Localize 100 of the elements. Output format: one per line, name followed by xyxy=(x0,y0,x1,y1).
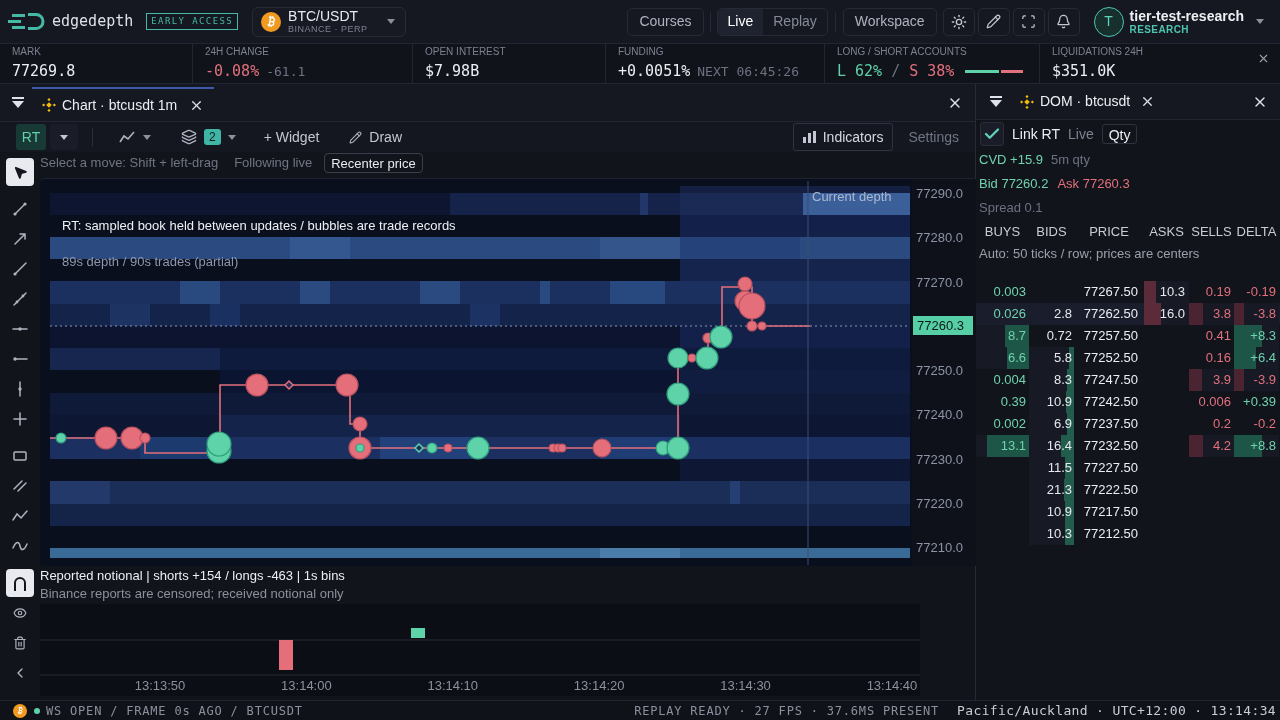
rectangle-icon xyxy=(12,448,28,464)
stat-label: LONG / SHORT ACCOUNTS xyxy=(837,46,968,58)
mode-dropdown-button[interactable] xyxy=(50,124,78,150)
current-price-tag: 77260.3 xyxy=(913,315,973,335)
magnet-toggle[interactable] xyxy=(6,569,34,597)
heatmap-cell xyxy=(180,281,220,304)
mode-tab[interactable]: Replay xyxy=(763,8,827,35)
recenter-button[interactable]: Recenter price xyxy=(324,153,423,173)
price-level: 77217.50 xyxy=(1083,503,1138,522)
price-axis-label: 77250.0 xyxy=(915,363,964,379)
sell-volume: 4.2 xyxy=(1212,437,1231,456)
dom-tab[interactable]: DOM · btcusdt xyxy=(1012,84,1164,119)
eye-icon xyxy=(13,606,27,620)
settings-button[interactable]: Settings xyxy=(908,126,959,148)
sell-volume: 0.16 xyxy=(1205,349,1231,368)
heatmap-cell xyxy=(50,304,110,326)
buy-volume: 8.7 xyxy=(1007,327,1026,346)
chart-type-button[interactable] xyxy=(119,131,151,143)
chart-overlay-title: RT: sampled book held between updates / bubbles are trade records xyxy=(62,218,456,234)
edit-button[interactable] xyxy=(977,7,1010,36)
draw-button[interactable]: Draw xyxy=(349,126,402,148)
price-level: 77232.50 xyxy=(1083,437,1138,456)
heatmap-cell xyxy=(300,281,330,304)
close-icon[interactable] xyxy=(1257,52,1270,65)
exchange-logo-icon xyxy=(1020,94,1034,109)
symbol-selector[interactable]: BTC/USDT BINANCE · PERP xyxy=(252,6,406,37)
cvd-window: 5m qty xyxy=(1050,150,1090,170)
stat-label: LIQUIDATIONS 24H xyxy=(1052,46,1144,58)
performance-status: REPLAY READY · 27 FPS · 37.6MS PRESENT xyxy=(634,702,940,720)
user-avatar[interactable]: T xyxy=(1093,6,1124,37)
price-level: 77247.50 xyxy=(1083,371,1138,390)
polyline-icon xyxy=(12,291,28,307)
theme-button[interactable] xyxy=(942,7,975,36)
delta-value: -3.8 xyxy=(1253,305,1276,324)
price-level: 77252.50 xyxy=(1083,349,1138,368)
ray-line-icon xyxy=(12,261,28,277)
layers-button[interactable]: 2 xyxy=(181,129,236,145)
stat-label: 24H CHANGE xyxy=(205,45,270,58)
stat-value: $351.0K xyxy=(1052,62,1116,81)
delta-value: -3.9 xyxy=(1253,371,1276,390)
stat-value: -0.08% xyxy=(205,61,260,81)
price-axis-label: 77290.0 xyxy=(915,186,964,201)
bid-size: 10.9 xyxy=(1046,503,1072,522)
indicators-button[interactable]: Indicators xyxy=(792,123,894,151)
heatmap-cell xyxy=(110,304,150,326)
collapse-icon[interactable] xyxy=(12,97,24,108)
heatmap-cell xyxy=(648,193,680,215)
ratio-separator: / xyxy=(891,62,901,81)
caret-icon xyxy=(386,19,395,24)
pencil-icon xyxy=(986,14,1002,29)
widget-button[interactable]: + Widget xyxy=(263,126,320,148)
link-checkbox[interactable] xyxy=(980,122,1004,146)
sell-volume: 0.41 xyxy=(1205,327,1231,346)
buy-volume: 6.6 xyxy=(1007,349,1026,368)
follow-status: Following live xyxy=(234,154,313,173)
heatmap-cell xyxy=(550,281,610,304)
delta-value: -0.2 xyxy=(1253,415,1276,434)
pointer-tool[interactable] xyxy=(6,158,34,186)
connection-status: WS OPEN / FRAME 0s AGO / BTCUSDT xyxy=(46,702,303,720)
bitcoin-icon xyxy=(261,11,282,32)
bid-size: 2.8 xyxy=(1053,305,1072,324)
heatmap-cell xyxy=(540,281,550,304)
link-label: Link RT xyxy=(1012,124,1060,144)
price-axis-label: 77220.0 xyxy=(915,496,964,512)
fullscreen-button[interactable] xyxy=(1012,7,1045,36)
notional-title: Reported notional | shorts +154 / longs -463 | 1s bins xyxy=(40,567,346,585)
buy-volume: 0.004 xyxy=(993,371,1026,390)
collapse-icon[interactable] xyxy=(990,96,1002,107)
notifications-button[interactable] xyxy=(1047,7,1080,36)
sun-icon xyxy=(950,13,967,30)
courses-button[interactable]: Courses xyxy=(627,7,704,36)
trade-bubble xyxy=(335,373,359,397)
column-header: PRICE xyxy=(1088,223,1130,242)
delta-value: -0.19 xyxy=(1246,283,1276,302)
price-axis-label: 77240.0 xyxy=(915,407,964,423)
bid-size: 21.3 xyxy=(1046,481,1072,500)
magnet-icon xyxy=(13,575,27,591)
bell-icon xyxy=(1056,14,1072,29)
time-axis-label: 13:14:30 xyxy=(719,678,772,694)
time-axis-label: 13:13:50 xyxy=(133,678,187,694)
mode-tab[interactable]: Live xyxy=(717,8,764,35)
trade-bubble xyxy=(245,373,269,397)
workspace-button[interactable]: Workspace xyxy=(842,7,937,36)
stat-label: OPEN INTEREST xyxy=(425,46,507,58)
clock: Pacific/Auckland · UTC+12:00 · 13:14:34 xyxy=(957,701,1276,720)
time-axis-label: 13:14:00 xyxy=(280,678,333,694)
column-header: BIDS xyxy=(1035,223,1068,242)
buy-volume: 0.002 xyxy=(993,415,1026,434)
realtime-button[interactable]: RT xyxy=(16,124,46,150)
line-segment-icon xyxy=(12,201,28,217)
caret-icon xyxy=(143,134,151,140)
unit-button[interactable]: Qty xyxy=(1101,124,1138,144)
trade-bubble xyxy=(466,436,490,460)
fullscreen-icon xyxy=(1021,14,1037,29)
notional-bar xyxy=(279,640,293,670)
spread-value: Spread 0.1 xyxy=(979,199,1043,218)
delta-value: +8.8 xyxy=(1250,437,1276,456)
price-axis-label: 77230.0 xyxy=(915,451,964,467)
selection-hint: Select a move: Shift + left-drag xyxy=(40,154,219,173)
path-icon xyxy=(12,508,28,524)
